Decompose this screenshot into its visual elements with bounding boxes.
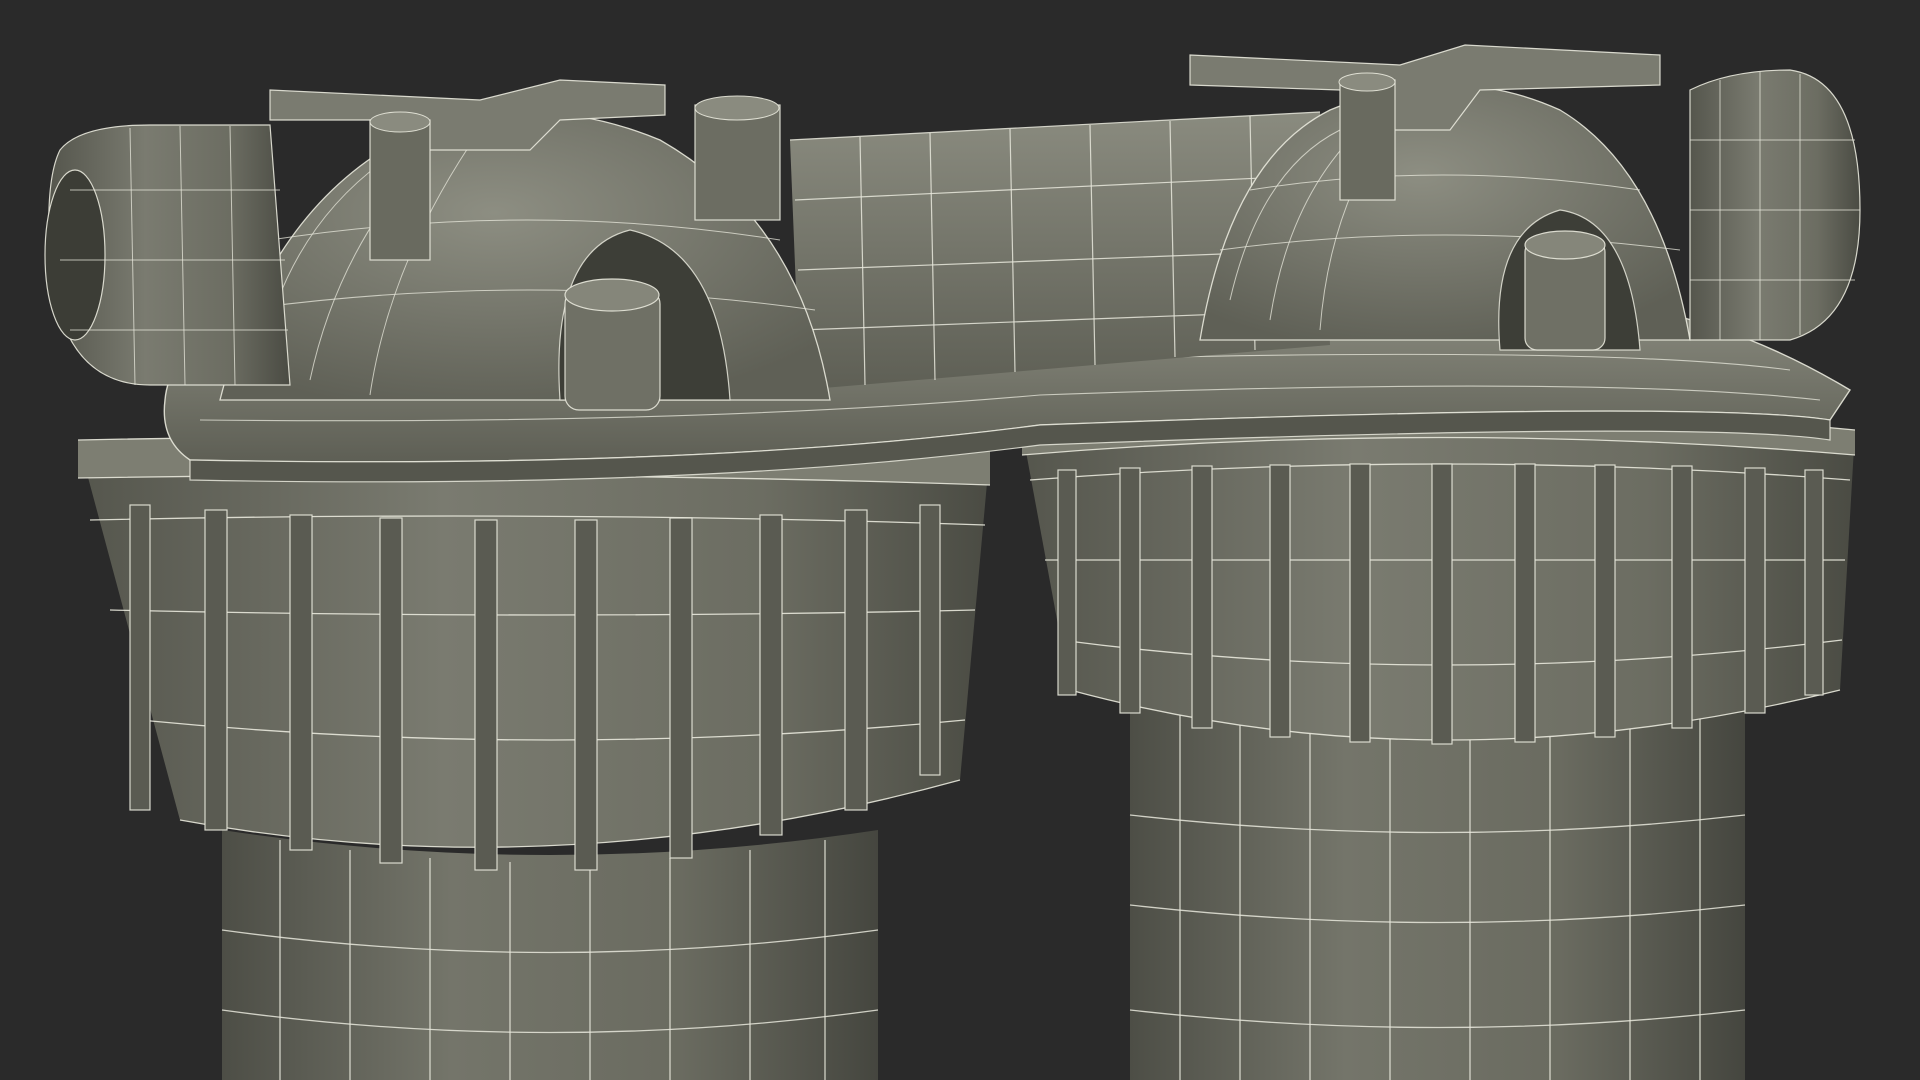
right-bleed-screw (1524, 230, 1606, 351)
right-filter-canister (1129, 700, 1746, 1080)
left-filter-canister (221, 830, 879, 1080)
left-ribbed-cap (77, 436, 991, 871)
right-ribbed-cap (1021, 409, 1856, 745)
render-viewport (0, 0, 1920, 1080)
left-bleed-screw (564, 278, 661, 411)
left-outlet-port (44, 124, 291, 386)
right-inlet-port (1689, 69, 1861, 341)
